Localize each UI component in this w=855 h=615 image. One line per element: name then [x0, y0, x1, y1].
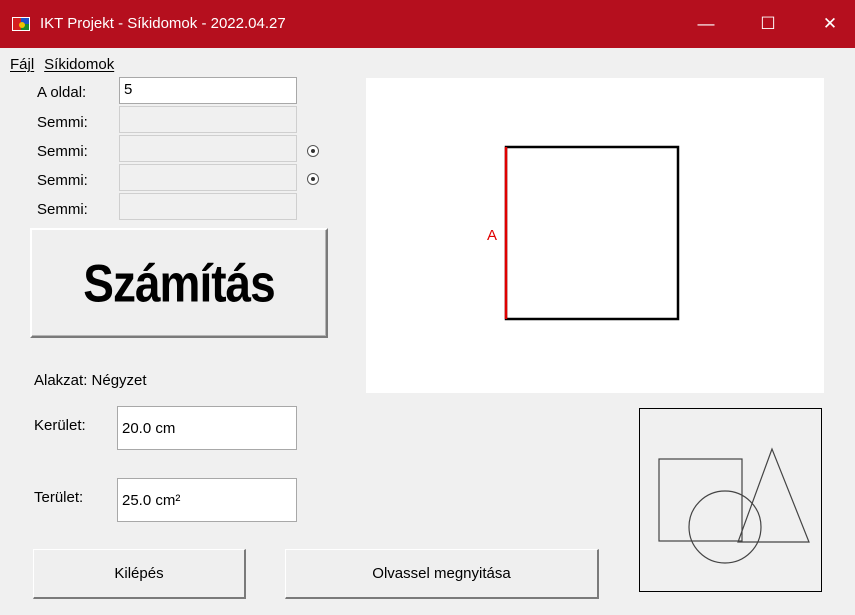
calculate-button-label: Számítás — [83, 253, 275, 313]
square-drawing — [504, 145, 680, 321]
shapes-logo — [639, 408, 822, 592]
input-3-radio[interactable] — [307, 145, 319, 157]
side-a-input[interactable]: 5 — [119, 77, 297, 104]
title-bar: IKT Projekt - Síkidomok - 2022.04.27 — ☐… — [0, 0, 855, 48]
perimeter-output: 20.0 cm — [117, 406, 297, 450]
side-a-marker: A — [487, 227, 498, 244]
input-3-field[interactable] — [119, 135, 297, 162]
menu-bar: Fájl Síkidomok — [10, 56, 114, 76]
perimeter-label: Kerület: — [34, 417, 86, 434]
minimize-button[interactable]: — — [683, 0, 729, 48]
drawing-canvas: A — [366, 78, 824, 393]
input-4-radio[interactable] — [307, 173, 319, 185]
open-readme-button[interactable]: Olvassel megnyitása — [285, 549, 599, 599]
input-4-field[interactable] — [119, 164, 297, 191]
input-2-label: Semmi: — [37, 114, 88, 131]
calculate-button[interactable]: Számítás — [30, 228, 328, 338]
input-4-label: Semmi: — [37, 172, 88, 189]
input-3-label: Semmi: — [37, 143, 88, 160]
input-5-field[interactable] — [119, 193, 297, 220]
menu-file[interactable]: Fájl — [10, 56, 34, 76]
input-2-field[interactable] — [119, 106, 297, 133]
exit-button[interactable]: Kilépés — [33, 549, 246, 599]
close-button[interactable]: ✕ — [807, 0, 853, 48]
maximize-button[interactable]: ☐ — [745, 0, 791, 48]
menu-shapes[interactable]: Síkidomok — [44, 56, 114, 76]
side-a-label: A oldal: — [37, 84, 87, 101]
area-label: Terület: — [34, 489, 84, 506]
window-title: IKT Projekt - Síkidomok - 2022.04.27 — [40, 15, 286, 32]
input-5-label: Semmi: — [37, 201, 88, 218]
shapes-logo-icon — [658, 447, 810, 564]
shape-label: Alakzat: Négyzet — [34, 372, 147, 389]
app-icon — [12, 17, 30, 31]
area-output: 25.0 cm² — [117, 478, 297, 522]
